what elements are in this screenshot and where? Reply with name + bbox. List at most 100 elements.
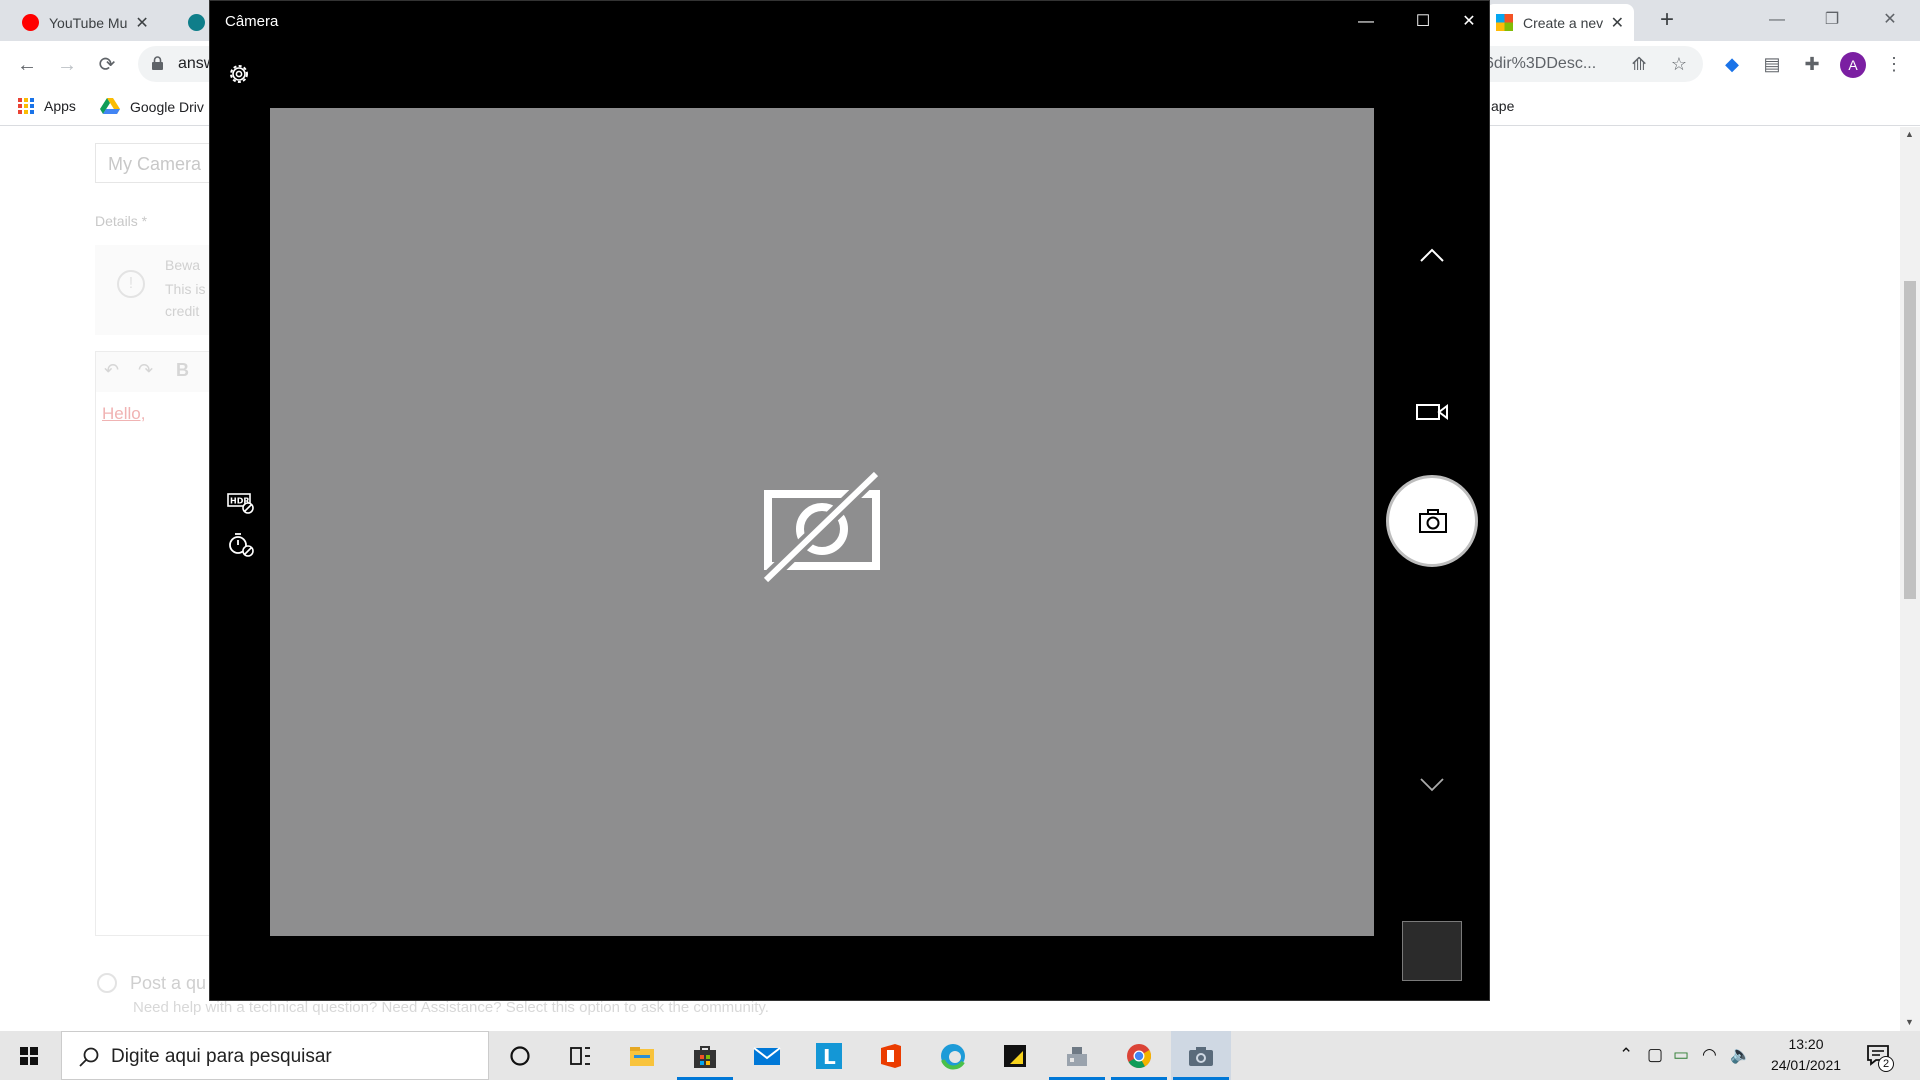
extensions-puzzle-icon[interactable]: ✚: [1798, 50, 1826, 78]
settings-icon[interactable]: [226, 61, 252, 87]
close-icon[interactable]: ✕: [1868, 6, 1912, 34]
tray-overflow-chevron-icon[interactable]: ⌃: [1619, 1045, 1633, 1065]
editor-body-text[interactable]: Hello,: [102, 404, 145, 424]
video-mode-icon[interactable]: [1415, 401, 1449, 423]
sticky-notes-icon: [1004, 1045, 1026, 1067]
scroll-up-icon[interactable]: ▲: [1905, 129, 1915, 139]
google-drive-icon: [100, 98, 120, 114]
page-scrollbar[interactable]: ▲ ▼: [1900, 127, 1920, 1031]
edge-icon: [941, 1044, 965, 1070]
letter-l-app-icon: L: [816, 1043, 842, 1069]
windows-taskbar: Digite aqui para pesquisar L ⌃ ▢ ▭ ◠ 🔈 1…: [0, 1031, 1920, 1080]
mail-button[interactable]: [737, 1031, 797, 1080]
bookmark-label: Google Driv: [130, 98, 204, 115]
file-explorer-button[interactable]: [612, 1031, 672, 1080]
beware-text: This is: [165, 281, 206, 297]
camera-taskbar-button[interactable]: [1171, 1031, 1231, 1080]
file-explorer-icon: [630, 1047, 654, 1066]
app-l-button[interactable]: L: [799, 1031, 859, 1080]
notification-count-badge: 2: [1878, 1056, 1894, 1072]
apps-grid-icon: [18, 98, 34, 114]
bookmark-google-drive[interactable]: Google Driv: [100, 98, 204, 115]
chrome-taskbar-button[interactable]: [1109, 1031, 1169, 1080]
undo-icon[interactable]: ↶: [104, 360, 119, 381]
edge-button[interactable]: [923, 1031, 983, 1080]
bookmark-partial[interactable]: ape: [1491, 98, 1514, 114]
tab-label: Create a nev: [1523, 14, 1603, 31]
menu-kebab-icon[interactable]: ⋮: [1880, 50, 1908, 78]
camera-viewfinder: [270, 108, 1374, 936]
beware-text: credit: [165, 303, 200, 319]
app-generic-button[interactable]: [1047, 1031, 1107, 1080]
info-exclamation-icon: !: [117, 270, 145, 298]
reload-icon[interactable]: ⟳: [92, 50, 122, 80]
microsoft-icon: [1496, 14, 1513, 31]
photo-capture-button[interactable]: [1386, 475, 1478, 567]
clock-time[interactable]: 13:20: [1776, 1036, 1836, 1052]
post-question-label: Post a qu: [130, 973, 207, 993]
close-icon[interactable]: ✕: [1449, 7, 1489, 37]
mail-icon: [753, 1047, 781, 1065]
cortana-button[interactable]: [490, 1031, 550, 1080]
details-label: Details *: [95, 213, 148, 229]
office-icon: [881, 1044, 901, 1068]
maximize-icon[interactable]: ☐: [1403, 7, 1443, 37]
meet-now-icon[interactable]: ▢: [1647, 1045, 1663, 1065]
bookmark-apps[interactable]: Apps: [18, 98, 76, 114]
extension-icon[interactable]: ◆: [1718, 50, 1746, 78]
tab-create-new[interactable]: Create a nev ✕: [1486, 4, 1634, 41]
url-text-tail: 6dir%3DDesc...: [1485, 55, 1597, 72]
windows-start-icon[interactable]: [0, 1031, 60, 1080]
store-icon: [694, 1046, 716, 1068]
profile-avatar[interactable]: A: [1840, 52, 1866, 78]
microsoft-store-button[interactable]: [675, 1031, 735, 1080]
task-view-icon: [570, 1047, 590, 1065]
redo-icon[interactable]: ↷: [138, 360, 153, 381]
office-button[interactable]: [861, 1031, 921, 1080]
search-icon: [79, 1047, 99, 1067]
site-favicon-icon: [188, 14, 205, 31]
back-icon[interactable]: ←: [12, 50, 42, 80]
cortana-icon: [510, 1046, 530, 1066]
scroll-down-icon[interactable]: ▼: [1905, 1017, 1915, 1027]
chevron-up-icon[interactable]: [1417, 245, 1447, 265]
new-tab-button[interactable]: +: [1652, 6, 1682, 36]
reading-list-icon[interactable]: ▤: [1758, 50, 1786, 78]
minimize-icon[interactable]: —: [1755, 6, 1799, 34]
wifi-icon[interactable]: ◠: [1702, 1045, 1717, 1065]
chrome-icon: [1127, 1044, 1152, 1069]
volume-icon[interactable]: 🔈: [1730, 1045, 1751, 1065]
close-tab-icon[interactable]: ✕: [135, 13, 148, 33]
last-photo-thumbnail[interactable]: [1402, 921, 1462, 981]
timer-icon[interactable]: [227, 531, 255, 559]
no-camera-icon: [762, 468, 881, 586]
taskbar-search-box[interactable]: Digite aqui para pesquisar: [61, 1031, 489, 1080]
lock-icon: [152, 56, 163, 70]
scroll-thumb[interactable]: [1904, 281, 1916, 599]
youtube-music-icon: [22, 14, 39, 31]
bookmark-label: Apps: [44, 98, 76, 114]
forward-icon[interactable]: →: [52, 50, 82, 80]
battery-icon[interactable]: ▭: [1673, 1045, 1689, 1065]
bookmark-star-icon[interactable]: ☆: [1665, 50, 1693, 78]
clock-date[interactable]: 24/01/2021: [1766, 1057, 1846, 1073]
camera-icon: [1419, 509, 1447, 533]
close-tab-icon[interactable]: ✕: [1611, 13, 1624, 33]
hdr-icon[interactable]: HDR: [227, 491, 255, 515]
beware-title: Bewa: [165, 257, 201, 273]
post-question-help: Need help with a technical question? Nee…: [133, 999, 769, 1016]
restore-icon[interactable]: ❐: [1810, 6, 1854, 34]
window-title: Câmera: [225, 13, 279, 30]
svg-text:L: L: [823, 1045, 836, 1069]
chevron-down-icon[interactable]: [1417, 774, 1447, 794]
camera-app-icon: [1189, 1047, 1213, 1066]
bookmark-label: ape: [1491, 98, 1515, 114]
post-question-radio[interactable]: [97, 973, 117, 993]
bold-icon[interactable]: B: [176, 360, 189, 381]
translate-icon[interactable]: ⟰: [1625, 50, 1653, 78]
tab-youtube-music[interactable]: YouTube Mu ✕: [12, 4, 172, 41]
minimize-icon[interactable]: —: [1346, 7, 1386, 37]
tab-label: YouTube Mu: [49, 14, 128, 31]
sticky-notes-button[interactable]: [985, 1031, 1045, 1080]
task-view-button[interactable]: [550, 1031, 610, 1080]
